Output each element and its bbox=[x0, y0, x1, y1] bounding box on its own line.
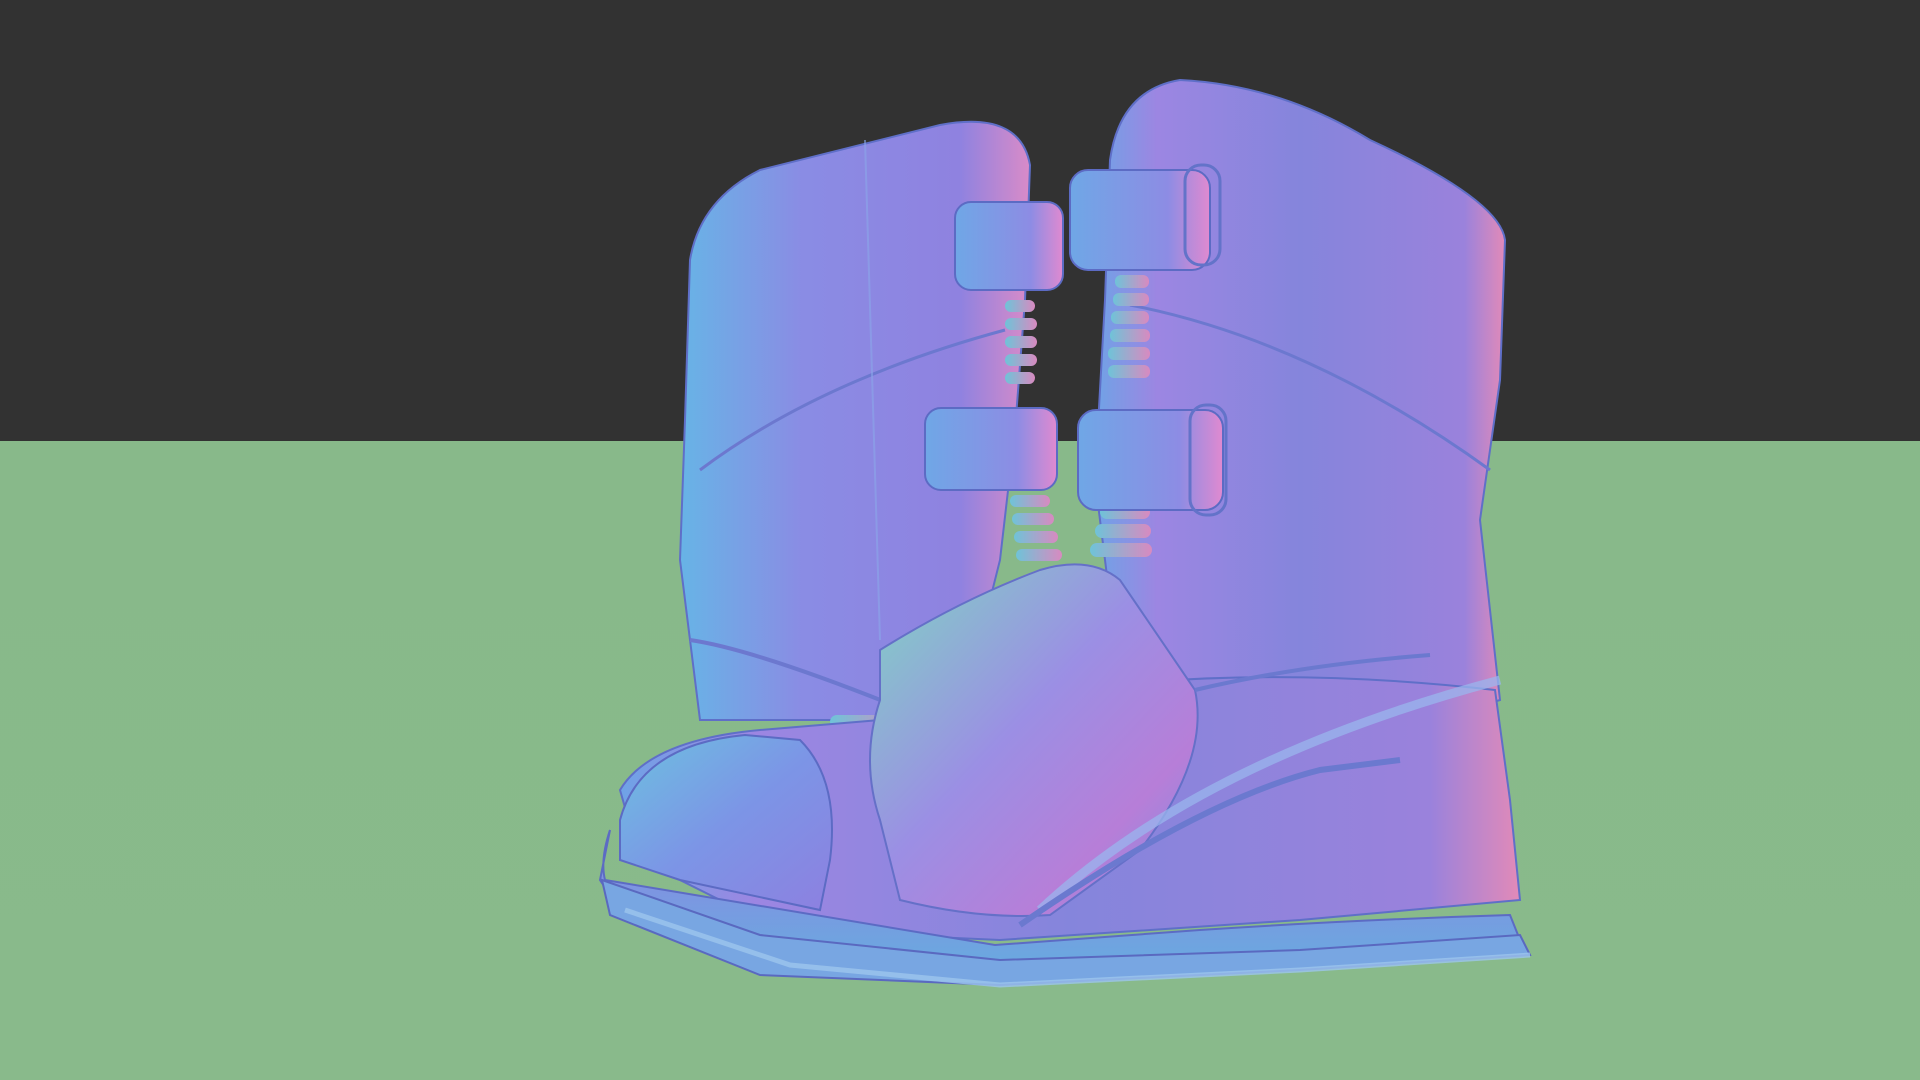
right-boot-lower-strap bbox=[1077, 409, 1224, 511]
boots-render bbox=[598, 78, 1532, 988]
left-boot-upper-strap bbox=[954, 201, 1064, 291]
right-boot-upper-strap bbox=[1069, 169, 1211, 271]
viewport bbox=[0, 0, 1920, 1080]
left-boot-lower-strap bbox=[924, 407, 1058, 491]
